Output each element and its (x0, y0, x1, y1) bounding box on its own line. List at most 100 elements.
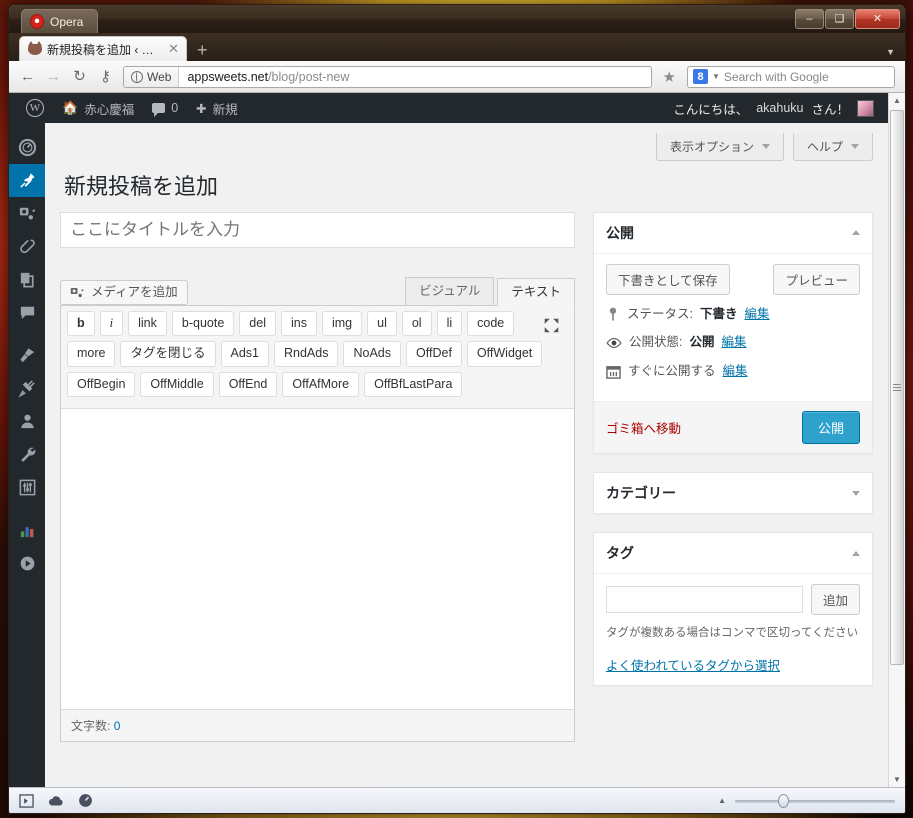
speed-gauge-icon[interactable] (78, 793, 93, 808)
edit-schedule-link[interactable]: 編集 (723, 363, 748, 381)
qt-button-ins[interactable]: ins (280, 310, 317, 337)
qt-button-offbflastpara[interactable]: OffBfLastPara (364, 371, 463, 398)
sidebar-item-links[interactable] (9, 230, 45, 263)
reload-icon[interactable]: ↻ (71, 69, 88, 84)
qt-button-close-tags[interactable]: タグを閉じる (120, 341, 216, 367)
sidebar-item-users[interactable] (9, 405, 45, 438)
my-account-menu[interactable]: こんにちは、 akahuku さん！ (673, 99, 880, 118)
qt-button-link[interactable]: link (128, 310, 167, 337)
avatar[interactable] (857, 99, 874, 117)
turbo-cloud-icon[interactable] (48, 795, 64, 807)
address-url[interactable]: appsweets.net/blog/post-new (179, 70, 357, 84)
qt-button-noads[interactable]: NoAds (343, 341, 402, 367)
sidebar-item-pages[interactable] (9, 263, 45, 296)
tags-box-header[interactable]: タグ (594, 533, 872, 575)
choose-popular-tags-link[interactable]: よく使われているタグから選択 (606, 655, 780, 674)
caret-up-icon[interactable] (852, 230, 860, 236)
navigation-toolbar: ← → ↻ ⚷ Web appsweets.net/blog/post-new … (9, 61, 905, 93)
qt-button-more[interactable]: more (67, 341, 116, 367)
sidebar-item-posts[interactable] (9, 164, 52, 197)
wp-logo-menu[interactable]: W (17, 93, 53, 123)
scroll-up-arrow-icon[interactable]: ▲ (893, 93, 901, 108)
tab-text[interactable]: テキスト (497, 277, 575, 306)
browser-tab[interactable]: 新規投稿を追加 ‹ 赤... ✕ (19, 36, 187, 61)
qt-button-offend[interactable]: OffEnd (218, 371, 278, 398)
qt-button-b-quote[interactable]: b-quote (171, 310, 235, 337)
expand-icon[interactable] (543, 317, 560, 334)
qt-button-ol[interactable]: ol (401, 310, 432, 337)
new-tab-button[interactable]: + (187, 41, 218, 61)
sidebar-item-player[interactable] (9, 547, 45, 580)
bookmark-star-icon[interactable]: ★ (663, 68, 676, 86)
sidebar-item-appearance[interactable] (9, 339, 45, 372)
sidebar-item-comments[interactable] (9, 296, 45, 329)
address-protocol-badge[interactable]: Web (124, 66, 180, 87)
qt-button-offmiddle[interactable]: OffMiddle (140, 371, 214, 398)
zoom-control[interactable]: ▲ (718, 793, 895, 808)
publish-button[interactable]: 公開 (801, 411, 860, 445)
qt-button-ul[interactable]: ul (367, 310, 397, 337)
tab-visual[interactable]: ビジュアル (405, 276, 495, 305)
search-bar[interactable]: 8 ▼ Search with Google (687, 65, 895, 88)
scrollbar-thumb[interactable] (890, 110, 904, 665)
forward-icon[interactable]: → (45, 69, 62, 84)
maximize-button[interactable]: ❑ (825, 9, 854, 29)
qt-button-code[interactable]: code (467, 310, 515, 337)
qt-button-b[interactable]: b (67, 310, 95, 337)
categories-box-header[interactable]: カテゴリー (594, 473, 872, 513)
preview-button[interactable]: プレビュー (773, 263, 860, 295)
move-to-trash-link[interactable]: ゴミ箱へ移動 (606, 418, 681, 437)
sidebar-item-media[interactable] (9, 197, 45, 230)
scroll-down-arrow-icon[interactable]: ▼ (893, 772, 901, 787)
save-draft-button[interactable]: 下書きとして保存 (606, 263, 730, 295)
qt-button-ads1[interactable]: Ads1 (220, 341, 269, 367)
qt-button-img[interactable]: img (321, 310, 363, 337)
close-button[interactable]: ✕ (855, 9, 900, 29)
sidebar-item-dashboard[interactable] (9, 131, 45, 164)
comments-menu[interactable]: 0 (143, 93, 187, 123)
minimize-button[interactable]: – (795, 9, 824, 29)
add-media-button[interactable]: メディアを追加 (60, 279, 188, 305)
edit-status-link[interactable]: 編集 (745, 306, 770, 324)
qt-button-i[interactable]: i (99, 310, 124, 337)
qt-button-offwidget[interactable]: OffWidget (466, 341, 543, 367)
chevron-down-icon[interactable]: ▼ (886, 47, 895, 57)
help-button[interactable]: ヘルプ (792, 133, 873, 161)
caret-down-icon[interactable] (852, 490, 860, 496)
screen-options-button[interactable]: 表示オプション (655, 133, 784, 161)
opera-app-tab[interactable]: Opera (21, 9, 99, 33)
edit-visibility-link[interactable]: 編集 (722, 334, 747, 352)
sidebar-item-analytics[interactable] (9, 514, 45, 547)
sidebar-item-settings[interactable] (9, 471, 45, 504)
sidebar-item-plugins[interactable] (9, 372, 45, 405)
qt-button-offbegin[interactable]: OffBegin (67, 371, 136, 398)
post-title-input[interactable] (60, 211, 575, 248)
new-content-menu[interactable]: ✚ 新規 (187, 93, 247, 123)
qt-button-offdef[interactable]: OffDef (406, 341, 462, 367)
site-name-menu[interactable]: 🏠 赤心慶福 (53, 93, 143, 123)
zoom-slider[interactable] (735, 793, 895, 808)
qt-button-offafmore[interactable]: OffAfMore (282, 371, 360, 398)
scrollbar-track[interactable] (889, 108, 905, 772)
search-engine-chevron-down-icon[interactable]: ▼ (712, 72, 720, 81)
publish-box-header[interactable]: 公開 (594, 213, 872, 254)
tab-close-icon[interactable]: ✕ (166, 41, 181, 57)
key-icon[interactable]: ⚷ (97, 69, 114, 84)
google-search-icon[interactable]: 8 (693, 69, 708, 84)
address-bar[interactable]: Web appsweets.net/blog/post-new (123, 65, 652, 88)
page-scrollbar[interactable]: ▲ ▼ (888, 93, 905, 787)
add-tag-button[interactable]: 追加 (810, 584, 860, 616)
qt-button-del[interactable]: del (239, 310, 276, 337)
caret-up-icon[interactable] (852, 550, 860, 556)
zoom-slider-knob[interactable] (778, 793, 789, 808)
search-input[interactable]: Search with Google (724, 70, 829, 84)
tag-input[interactable] (606, 586, 803, 614)
greeting-prefix: こんにちは、 (673, 102, 749, 117)
zoom-menu-caret-icon[interactable]: ▲ (718, 796, 726, 805)
sidebar-item-tools[interactable] (9, 438, 45, 471)
qt-button-rndads[interactable]: RndAds (274, 341, 339, 367)
back-icon[interactable]: ← (19, 69, 36, 84)
panel-toggle-icon[interactable] (19, 793, 34, 808)
qt-button-li[interactable]: li (436, 310, 463, 337)
post-content-textarea[interactable] (61, 409, 574, 710)
